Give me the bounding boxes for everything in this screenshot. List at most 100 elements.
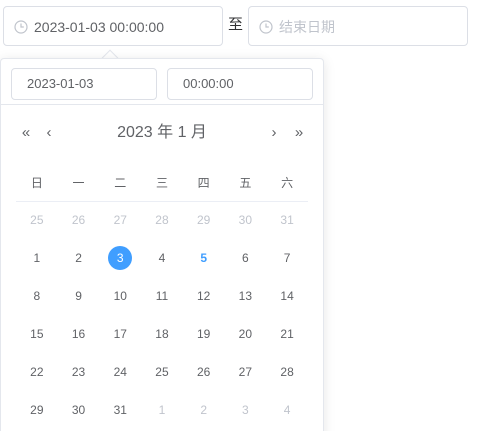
day-number[interactable]: 21: [275, 322, 299, 346]
calendar-day-cell[interactable]: 27: [225, 353, 267, 391]
day-number[interactable]: 6: [233, 246, 257, 270]
prev-year-button[interactable]: «: [16, 121, 36, 145]
day-number[interactable]: 26: [192, 360, 216, 384]
prev-month-button[interactable]: ‹: [39, 121, 59, 145]
calendar-day-cell[interactable]: 23: [58, 353, 100, 391]
calendar-day-cell[interactable]: 28: [266, 353, 308, 391]
calendar-day-cell[interactable]: 27: [99, 201, 141, 239]
calendar-day-cell[interactable]: 26: [58, 201, 100, 239]
calendar-day-cell[interactable]: 31: [99, 391, 141, 429]
calendar-day-cell[interactable]: 11: [141, 277, 183, 315]
day-number[interactable]: 28: [275, 360, 299, 384]
calendar-day-cell[interactable]: 25: [16, 201, 58, 239]
today-day[interactable]: 5: [192, 246, 216, 270]
calendar-day-cell[interactable]: 18: [141, 315, 183, 353]
day-number[interactable]: 4: [275, 398, 299, 422]
end-date-input[interactable]: 结束日期: [248, 6, 468, 46]
day-number[interactable]: 16: [67, 322, 91, 346]
day-number[interactable]: 8: [25, 284, 49, 308]
calendar-day-cell[interactable]: 24: [99, 353, 141, 391]
day-number[interactable]: 12: [192, 284, 216, 308]
calendar-grid: 日 一 二 三 四 五 六 25 26 27 28 29 30 31 1 2 3 4 5 6 7 8 9 10 1…: [16, 165, 308, 429]
weekday-label: 二: [99, 165, 142, 202]
start-datetime-input[interactable]: 2023-01-03 00:00:00: [3, 6, 223, 46]
datetime-picker-panel: 2023-01-03 00:00:00 2023 年 1 月 « ‹ › » 日…: [0, 58, 324, 431]
calendar-day-cell[interactable]: 14: [266, 277, 308, 315]
day-number[interactable]: 20: [233, 322, 257, 346]
calendar-day-cell[interactable]: 8: [16, 277, 58, 315]
day-number[interactable]: 10: [108, 284, 132, 308]
picker-date-input[interactable]: 2023-01-03: [11, 68, 157, 100]
day-number[interactable]: 27: [108, 208, 132, 232]
day-number[interactable]: 22: [25, 360, 49, 384]
day-number[interactable]: 25: [25, 208, 49, 232]
day-number[interactable]: 24: [108, 360, 132, 384]
day-number[interactable]: 7: [275, 246, 299, 270]
day-number[interactable]: 29: [192, 208, 216, 232]
day-number[interactable]: 4: [150, 246, 174, 270]
calendar-day-cell[interactable]: 15: [16, 315, 58, 353]
next-year-button[interactable]: »: [289, 121, 309, 145]
calendar-day-cell[interactable]: 9: [58, 277, 100, 315]
next-month-button[interactable]: ›: [264, 121, 284, 145]
calendar-day-cell[interactable]: 2: [183, 391, 225, 429]
calendar-day-cell[interactable]: 13: [225, 277, 267, 315]
calendar-day-cell[interactable]: 17: [99, 315, 141, 353]
calendar-day-cell[interactable]: 20: [225, 315, 267, 353]
calendar-day-cell[interactable]: 3: [99, 239, 141, 277]
calendar-day-cell[interactable]: 29: [183, 201, 225, 239]
calendar-day-cell[interactable]: 29: [16, 391, 58, 429]
calendar-week-row: 15 16 17 18 19 20 21: [16, 315, 308, 353]
calendar-day-cell[interactable]: 10: [99, 277, 141, 315]
day-number[interactable]: 26: [67, 208, 91, 232]
calendar-day-cell[interactable]: 3: [225, 391, 267, 429]
calendar-day-cell[interactable]: 2: [58, 239, 100, 277]
calendar-week-row: 1234567: [16, 239, 308, 277]
day-number[interactable]: 17: [108, 322, 132, 346]
calendar-day-cell[interactable]: 16: [58, 315, 100, 353]
day-number[interactable]: 11: [150, 284, 174, 308]
day-number[interactable]: 15: [25, 322, 49, 346]
day-number[interactable]: 14: [275, 284, 299, 308]
range-separator: 至: [228, 16, 244, 33]
day-number[interactable]: 13: [233, 284, 257, 308]
picker-time-input[interactable]: 00:00:00: [167, 68, 313, 100]
day-number[interactable]: 1: [25, 246, 49, 270]
selected-day[interactable]: 3: [108, 246, 133, 270]
day-number[interactable]: 29: [25, 398, 49, 422]
day-number[interactable]: 3: [233, 398, 257, 422]
day-number[interactable]: 31: [108, 398, 132, 422]
day-number[interactable]: 2: [192, 398, 216, 422]
day-number[interactable]: 28: [150, 208, 174, 232]
day-number[interactable]: 23: [67, 360, 91, 384]
weekday-label: 一: [57, 165, 100, 202]
calendar-day-cell[interactable]: 12: [183, 277, 225, 315]
day-number[interactable]: 2: [67, 246, 91, 270]
day-number[interactable]: 27: [233, 360, 257, 384]
calendar-day-cell[interactable]: 22: [16, 353, 58, 391]
calendar-day-cell[interactable]: 6: [225, 239, 267, 277]
day-number[interactable]: 31: [275, 208, 299, 232]
calendar-day-cell[interactable]: 4: [266, 391, 308, 429]
calendar-day-cell[interactable]: 30: [58, 391, 100, 429]
day-number[interactable]: 18: [150, 322, 174, 346]
calendar-day-cell[interactable]: 30: [225, 201, 267, 239]
calendar-day-cell[interactable]: 26: [183, 353, 225, 391]
calendar-day-cell[interactable]: 19: [183, 315, 225, 353]
day-number[interactable]: 25: [150, 360, 174, 384]
start-datetime-value: 2023-01-03 00:00:00: [34, 19, 164, 35]
calendar-day-cell[interactable]: 31: [266, 201, 308, 239]
day-number[interactable]: 19: [192, 322, 216, 346]
calendar-day-cell[interactable]: 1: [16, 239, 58, 277]
calendar-day-cell[interactable]: 7: [266, 239, 308, 277]
calendar-day-cell[interactable]: 21: [266, 315, 308, 353]
day-number[interactable]: 1: [150, 398, 174, 422]
calendar-day-cell[interactable]: 25: [141, 353, 183, 391]
calendar-day-cell[interactable]: 4: [141, 239, 183, 277]
day-number[interactable]: 30: [233, 208, 257, 232]
day-number[interactable]: 30: [67, 398, 91, 422]
calendar-day-cell[interactable]: 28: [141, 201, 183, 239]
day-number[interactable]: 9: [67, 284, 91, 308]
calendar-day-cell[interactable]: 5: [183, 239, 225, 277]
calendar-day-cell[interactable]: 1: [141, 391, 183, 429]
